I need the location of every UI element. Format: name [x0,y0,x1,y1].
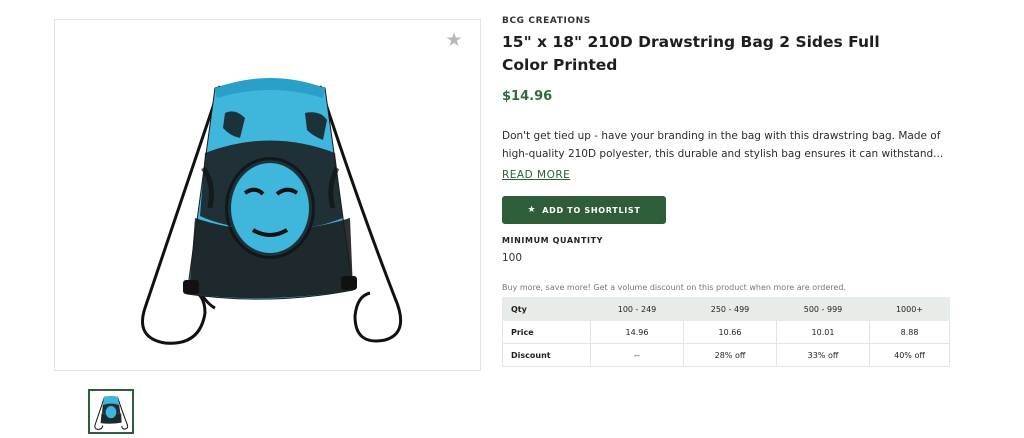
product-image-panel: ★ [54,19,481,371]
table-header-row: Qty 100 - 249 250 - 499 500 - 999 1000+ [502,297,950,321]
add-to-shortlist-label: ADD TO SHORTLIST [542,205,641,215]
minimum-quantity-value: 100 [502,252,523,264]
table-header-cell: Qty [502,297,591,321]
table-cell: 33% off [776,343,870,367]
table-cell: -- [590,343,684,367]
table-cell: 8.88 [869,320,950,344]
table-header-cell: 100 - 249 [590,297,684,321]
table-cell: 40% off [869,343,950,367]
product-thumbnail[interactable] [88,389,134,434]
minimum-quantity-label: MINIMUM QUANTITY [502,236,604,245]
star-icon: ★ [527,205,537,215]
favorite-star-icon[interactable]: ★ [444,30,464,50]
table-header-cell: 1000+ [869,297,950,321]
table-row-label: Discount [502,343,591,367]
table-row-discount: Discount -- 28% off 33% off 40% off [502,343,950,367]
product-price: $14.96 [502,89,553,104]
table-cell: 14.96 [590,320,684,344]
product-title: 15" x 18" 210D Drawstring Bag 2 Sides Fu… [502,33,880,74]
table-row-label: Price [502,320,591,344]
volume-pricing-table: Qty 100 - 249 250 - 499 500 - 999 1000+ … [502,297,950,367]
product-image-drawstring-bag [141,78,403,345]
table-cell: 10.01 [776,320,870,344]
table-header-cell: 250 - 499 [683,297,777,321]
add-to-shortlist-button[interactable]: ★ ADD TO SHORTLIST [502,196,666,224]
thumbnail-image [94,395,129,430]
table-header-cell: 500 - 999 [776,297,870,321]
table-cell: 28% off [683,343,777,367]
volume-discount-note: Buy more, save more! Get a volume discou… [502,283,846,292]
table-row-price: Price 14.96 10.66 10.01 8.88 [502,320,950,344]
product-details: BCG CREATIONS 15" x 18" 210D Drawstring … [502,16,962,367]
brand-name: BCG CREATIONS [502,16,591,26]
product-description: Don't get tied up - have your branding i… [502,130,944,160]
table-cell: 10.66 [683,320,777,344]
read-more-link[interactable]: READ MORE [502,167,570,183]
